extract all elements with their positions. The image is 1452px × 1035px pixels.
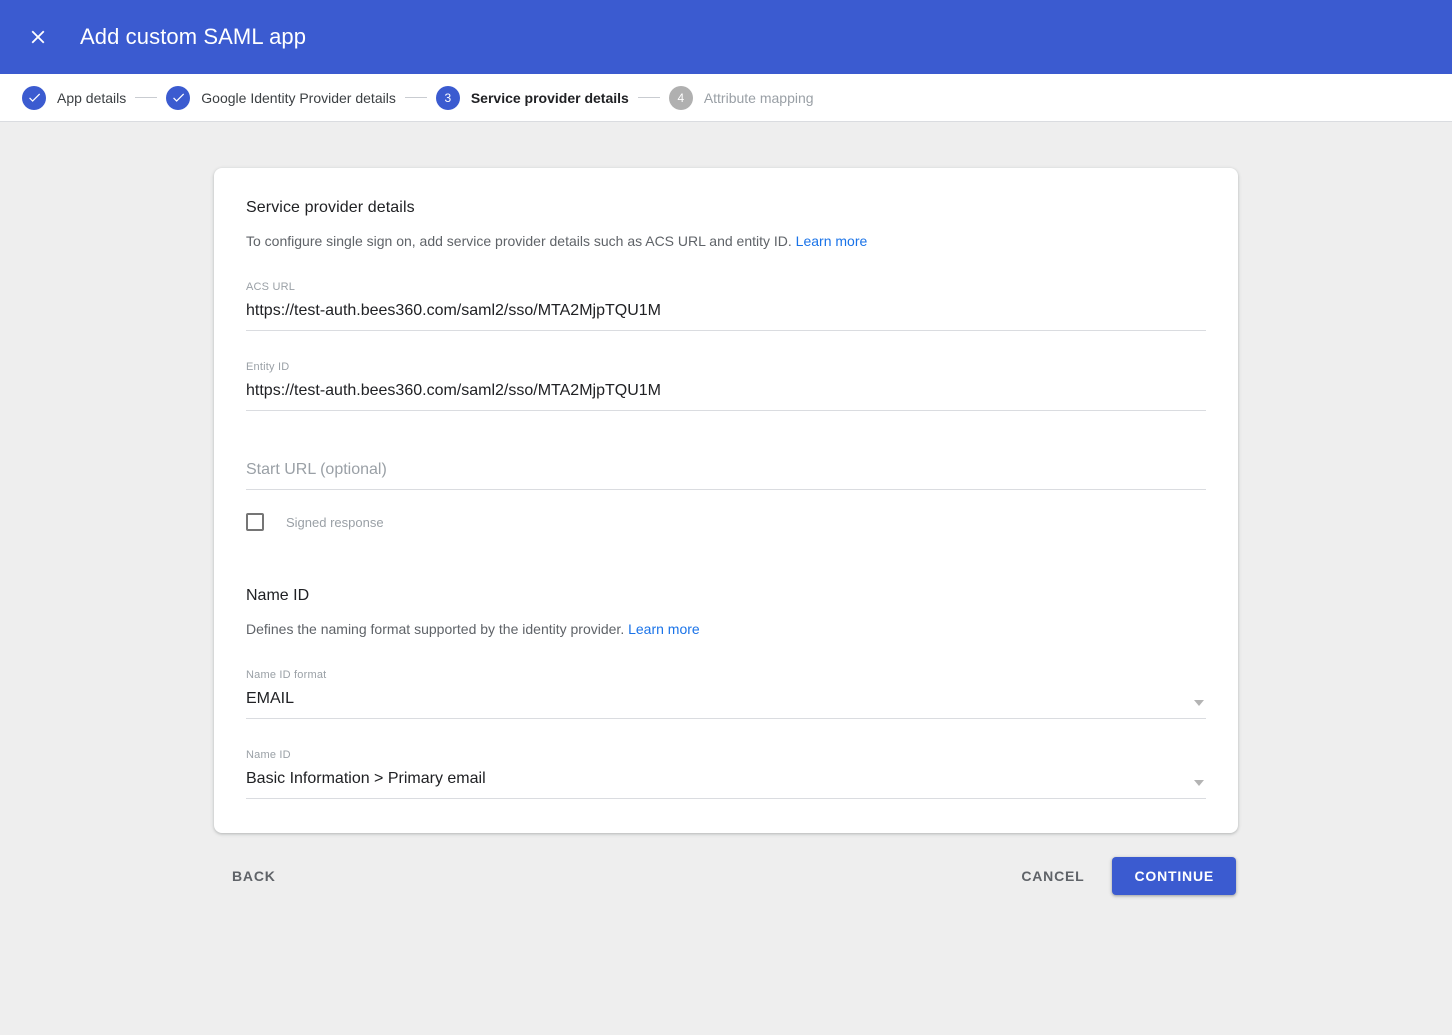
stepper-label-attribute-mapping: Attribute mapping [703,89,814,106]
stepper-separator [404,97,427,98]
stepper-label-service-provider-details: Service provider details [470,89,629,106]
start-url-input[interactable] [246,459,1206,480]
learn-more-link-name-id[interactable]: Learn more [628,621,700,637]
cancel-button[interactable]: CANCEL [1005,858,1100,894]
close-icon[interactable] [18,17,58,57]
card-description-text: To configure single sign on, add service… [246,233,792,249]
acs-url-field[interactable]: ACS URL [246,281,1206,331]
continue-button[interactable]: CONTINUE [1112,857,1236,895]
name-id-description-text: Defines the naming format supported by t… [246,621,625,637]
name-id-section-title: Name ID [246,587,310,604]
acs-url-input[interactable] [246,300,1206,321]
name-id-format-value[interactable]: EMAIL [246,688,1206,709]
card-title: Service provider details [246,199,415,216]
service-provider-details-card: Service provider details To configure si… [214,168,1238,833]
stepper-separator [135,97,158,98]
signed-response-row[interactable]: Signed response [246,513,1206,531]
chevron-down-icon[interactable] [1194,780,1204,786]
name-id-format-field[interactable]: Name ID format EMAIL [246,669,1206,719]
card-description: To configure single sign on, add service… [246,231,1206,251]
signed-response-checkbox[interactable] [246,513,264,531]
learn-more-link-service-provider[interactable]: Learn more [796,233,868,249]
name-id-label: Name ID [246,749,291,761]
stepper-label-google-idp-details: Google Identity Provider details [201,89,396,106]
name-id-field[interactable]: Name ID Basic Information > Primary emai… [246,749,1206,799]
stepper-number-badge: 4 [668,85,693,110]
stepper-step-service-provider-details[interactable]: 3 Service provider details [435,85,629,110]
back-button[interactable]: BACK [216,858,292,894]
dialog-body: Service provider details To configure si… [0,122,1452,1034]
acs-url-label: ACS URL [246,281,296,293]
dialog-header: Add custom SAML app [0,0,1452,74]
check-icon [22,85,46,110]
signed-response-label: Signed response [286,514,384,530]
chevron-down-icon[interactable] [1194,700,1204,706]
stepper: App details Google Identity Provider det… [0,74,1452,122]
name-id-format-label: Name ID format [246,669,327,681]
page-title: Add custom SAML app [80,24,307,49]
stepper-step-app-details[interactable]: App details [22,85,127,110]
name-id-value[interactable]: Basic Information > Primary email [246,768,1206,789]
stepper-label-app-details: App details [57,89,127,106]
start-url-field[interactable] [246,459,1206,490]
stepper-number-badge: 3 [435,85,460,110]
name-id-section-description: Defines the naming format supported by t… [246,619,1206,639]
stepper-step-google-idp-details[interactable]: Google Identity Provider details [166,85,396,110]
entity-id-input[interactable] [246,380,1206,401]
stepper-step-attribute-mapping[interactable]: 4 Attribute mapping [668,85,814,110]
entity-id-field[interactable]: Entity ID [246,361,1206,411]
entity-id-label: Entity ID [246,361,290,373]
dialog-actions: BACK CANCEL CONTINUE [214,857,1238,895]
check-icon [166,85,191,110]
stepper-separator [637,97,660,98]
